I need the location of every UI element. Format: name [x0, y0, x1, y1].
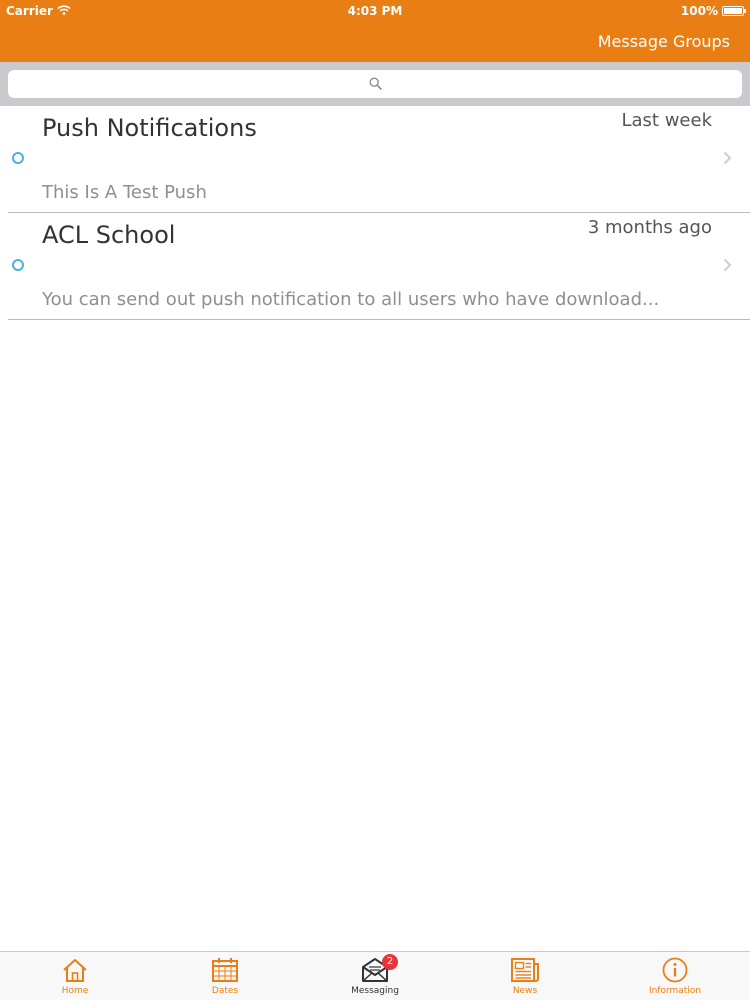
search-input[interactable]: [8, 70, 742, 98]
chevron-right-icon: [723, 150, 732, 169]
tab-label: Information: [648, 986, 702, 996]
tab-label: News: [512, 986, 538, 996]
chevron-right-icon: [723, 257, 732, 276]
search-icon: [368, 75, 382, 94]
unread-dot-icon: [12, 152, 24, 164]
tab-messaging[interactable]: 2 Messaging: [300, 952, 450, 1000]
message-row[interactable]: ACL School 3 months ago You can send out…: [0, 213, 750, 320]
search-bar: [0, 62, 750, 106]
tab-label: Dates: [211, 986, 239, 996]
message-list: Push Notifications Last week This Is A T…: [0, 106, 750, 320]
message-subtitle: You can send out push notification to al…: [42, 289, 660, 310]
calendar-icon: [210, 956, 240, 984]
tab-bar: Home Dates 2 Messaging News Information: [0, 951, 750, 1000]
message-time: Last week: [621, 110, 712, 131]
battery-percent: 100%: [680, 4, 718, 18]
tab-news[interactable]: News: [450, 952, 600, 1000]
envelope-icon: 2: [360, 954, 398, 984]
messaging-badge: 2: [382, 954, 398, 970]
info-icon: [660, 956, 690, 984]
nav-title: Message Groups: [597, 32, 730, 51]
screen: Carrier 4:03 PM 100% Message Groups Push…: [0, 0, 750, 1000]
battery-icon: [722, 6, 746, 16]
status-bar: Carrier 4:03 PM 100%: [0, 0, 750, 22]
header: Carrier 4:03 PM 100% Message Groups: [0, 0, 750, 62]
message-subtitle: This Is A Test Push: [42, 182, 207, 203]
tab-label: Home: [61, 986, 89, 996]
status-battery: 100%: [680, 4, 746, 18]
unread-dot-icon: [12, 259, 24, 271]
tab-dates[interactable]: Dates: [150, 952, 300, 1000]
tab-information[interactable]: Information: [600, 952, 750, 1000]
message-row[interactable]: Push Notifications Last week This Is A T…: [0, 106, 750, 213]
message-title: Push Notifications: [42, 114, 257, 142]
tab-home[interactable]: Home: [0, 952, 150, 1000]
message-time: 3 months ago: [587, 217, 712, 238]
status-time: 4:03 PM: [347, 4, 403, 18]
tab-label: Messaging: [351, 986, 399, 996]
newspaper-icon: [510, 956, 540, 984]
home-icon: [60, 956, 90, 984]
message-title: ACL School: [42, 221, 176, 249]
